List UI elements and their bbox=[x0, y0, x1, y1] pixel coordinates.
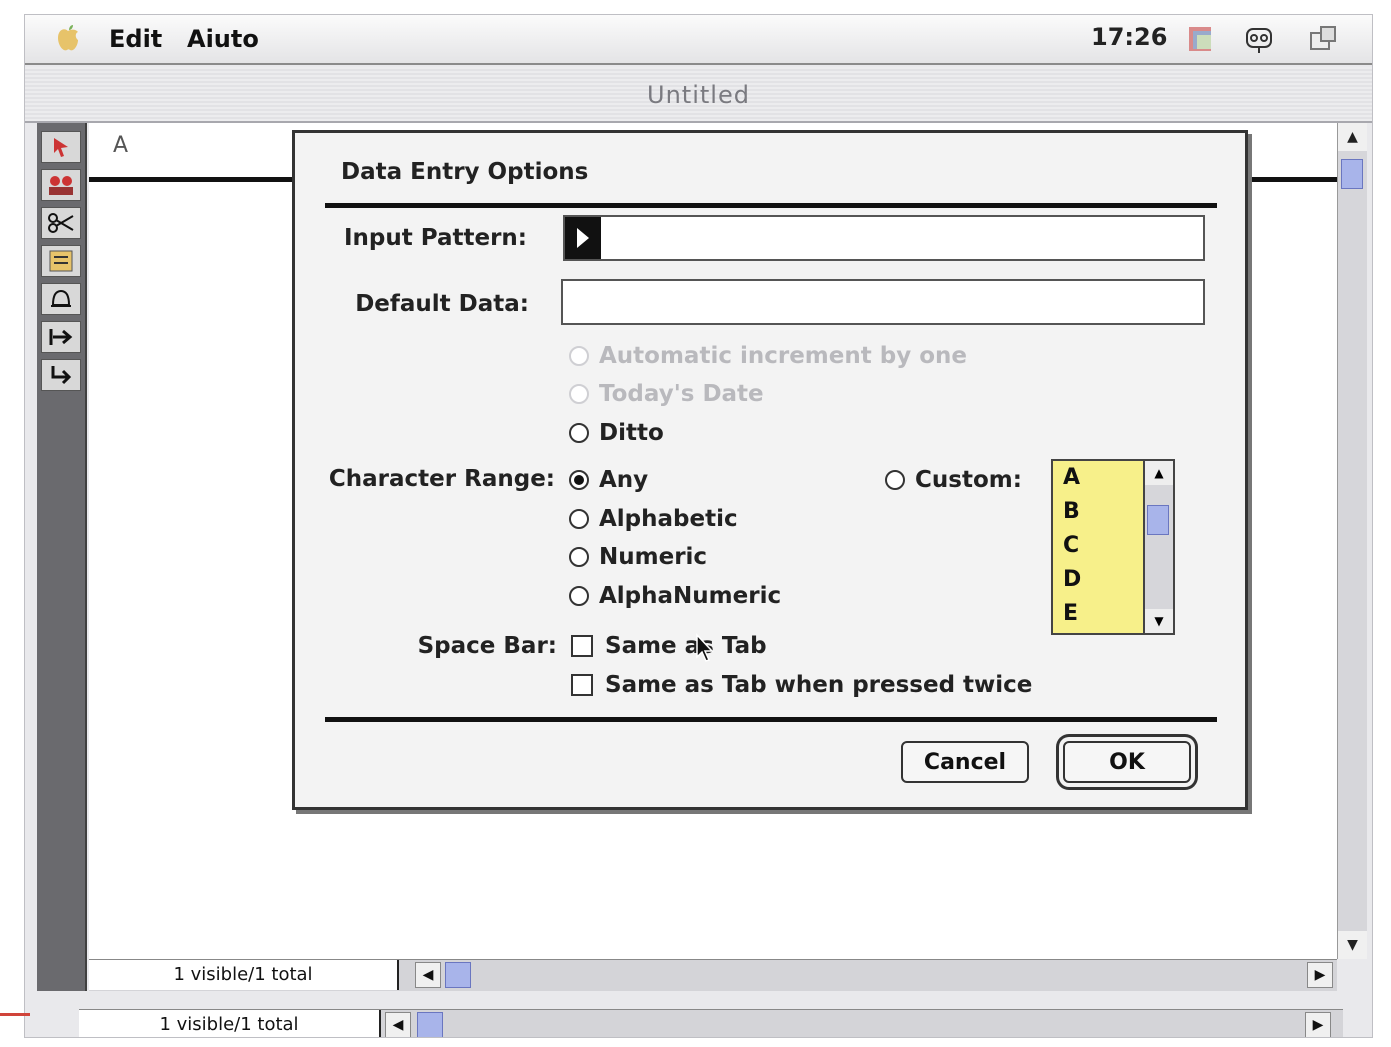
tab-right-tool-icon[interactable] bbox=[41, 321, 81, 353]
checkbox-same-as-tab-twice[interactable]: Same as Tab when pressed twice bbox=[571, 672, 1032, 698]
custom-list-items: A B C D E bbox=[1053, 461, 1143, 633]
inner-record-count: 1 visible/1 total bbox=[89, 960, 399, 990]
network-icon[interactable] bbox=[1243, 23, 1275, 55]
radio-any-label: Any bbox=[599, 467, 649, 493]
dialog-title: Data Entry Options bbox=[341, 159, 589, 185]
column-header-a[interactable]: A bbox=[113, 133, 128, 158]
radio-todays-date-dot bbox=[569, 384, 589, 404]
radio-any-dot bbox=[569, 470, 589, 490]
radio-todays-date-label: Today's Date bbox=[599, 381, 764, 407]
radio-ditto[interactable]: Ditto bbox=[569, 420, 664, 446]
cancel-button[interactable]: Cancel bbox=[901, 741, 1029, 783]
custom-list-scrollbar[interactable]: ▲ ▼ bbox=[1143, 461, 1173, 633]
vertical-scroll-thumb[interactable] bbox=[1341, 159, 1363, 189]
mouse-cursor-icon bbox=[696, 633, 714, 662]
menu-bar: Edit Aiuto 17:26 bbox=[25, 15, 1372, 65]
inner-scroll-right-arrow-icon[interactable]: ▶ bbox=[1307, 962, 1333, 988]
radio-custom-label: Custom: bbox=[915, 467, 1022, 493]
tool-palette bbox=[37, 123, 87, 991]
apple-icon[interactable] bbox=[55, 25, 81, 53]
menubar-clock[interactable]: 17:26 bbox=[1091, 23, 1167, 51]
inner-scroll-left-arrow-icon[interactable]: ◀ bbox=[415, 962, 441, 988]
scissors-tool-icon[interactable] bbox=[41, 207, 81, 239]
character-range-label: Character Range: bbox=[328, 466, 555, 492]
radio-numeric[interactable]: Numeric bbox=[569, 544, 707, 570]
dialog-top-rule bbox=[325, 203, 1217, 208]
ok-button[interactable]: OK bbox=[1063, 741, 1191, 783]
radio-alphabetic-dot bbox=[569, 509, 589, 529]
checkbox-same-as-tab-label: Same as Tab bbox=[605, 633, 767, 659]
radio-any[interactable]: Any bbox=[569, 467, 648, 493]
checkbox-same-as-tab-twice-box bbox=[571, 674, 593, 696]
checkbox-same-as-tab-box bbox=[571, 635, 593, 657]
inner-status-bar: 1 visible/1 total ◀ ▶ bbox=[89, 959, 1337, 991]
desktop-icon[interactable] bbox=[1307, 23, 1339, 55]
window-title-bar[interactable]: Untitled bbox=[25, 67, 1372, 123]
custom-list-up-arrow-icon[interactable]: ▲ bbox=[1145, 461, 1173, 485]
outer-scroll-right-arrow-icon[interactable]: ▶ bbox=[1305, 1012, 1331, 1037]
checkbox-same-as-tab[interactable]: Same as Tab bbox=[571, 633, 767, 659]
input-pattern-label: Input Pattern: bbox=[343, 225, 527, 251]
app-switcher-icon[interactable] bbox=[1185, 23, 1217, 55]
vertical-scrollbar[interactable]: ▲ ▼ bbox=[1337, 123, 1367, 959]
radio-automatic-increment-dot bbox=[569, 346, 589, 366]
custom-list-item[interactable]: E bbox=[1053, 597, 1143, 631]
radio-automatic-increment-label: Automatic increment by one bbox=[599, 343, 967, 369]
custom-list-scroll-thumb[interactable] bbox=[1147, 505, 1169, 535]
outer-horizontal-scroll-thumb[interactable] bbox=[417, 1012, 443, 1037]
window-title: Untitled bbox=[647, 81, 750, 109]
menu-aiuto[interactable]: Aiuto bbox=[187, 25, 259, 53]
radio-todays-date: Today's Date bbox=[569, 381, 764, 407]
space-bar-label: Space Bar: bbox=[417, 633, 557, 659]
radio-ditto-label: Ditto bbox=[599, 420, 664, 446]
notes-tool-icon[interactable] bbox=[41, 245, 81, 277]
radio-alphanumeric[interactable]: AlphaNumeric bbox=[569, 583, 781, 609]
outer-record-count: 1 visible/1 total bbox=[79, 1010, 381, 1037]
radio-custom-dot bbox=[885, 470, 905, 490]
return-tool-icon[interactable] bbox=[41, 359, 81, 391]
pattern-popup-arrow-icon[interactable] bbox=[565, 217, 601, 259]
radio-ditto-dot bbox=[569, 423, 589, 443]
outer-scroll-left-arrow-icon[interactable]: ◀ bbox=[385, 1012, 411, 1037]
custom-list-item[interactable]: B bbox=[1053, 495, 1143, 529]
custom-character-list[interactable]: A B C D E ▲ ▼ bbox=[1051, 459, 1175, 635]
dialog-bottom-rule bbox=[325, 717, 1217, 722]
radio-numeric-dot bbox=[569, 547, 589, 567]
radio-alphanumeric-label: AlphaNumeric bbox=[599, 583, 782, 609]
radio-automatic-increment: Automatic increment by one bbox=[569, 343, 967, 369]
custom-list-item[interactable]: A bbox=[1053, 461, 1143, 495]
people-tool-icon[interactable] bbox=[41, 169, 81, 201]
radio-alphanumeric-dot bbox=[569, 586, 589, 606]
radio-numeric-label: Numeric bbox=[599, 544, 708, 570]
scroll-down-arrow-icon[interactable]: ▼ bbox=[1338, 931, 1367, 959]
menu-edit[interactable]: Edit bbox=[109, 25, 162, 53]
input-pattern-field[interactable] bbox=[563, 215, 1205, 261]
radio-alphabetic[interactable]: Alphabetic bbox=[569, 506, 738, 532]
bell-tool-icon[interactable] bbox=[41, 283, 81, 315]
custom-list-down-arrow-icon[interactable]: ▼ bbox=[1145, 609, 1173, 633]
checkbox-same-as-tab-twice-label: Same as Tab when pressed twice bbox=[605, 672, 1033, 698]
inner-horizontal-scroll-thumb[interactable] bbox=[445, 962, 471, 988]
data-entry-options-dialog: Data Entry Options Input Pattern: Defaul… bbox=[292, 130, 1248, 810]
default-data-label: Default Data: bbox=[355, 291, 529, 317]
default-data-field[interactable] bbox=[561, 279, 1205, 325]
radio-alphabetic-label: Alphabetic bbox=[599, 506, 738, 532]
page-edge-marker bbox=[0, 1013, 30, 1016]
radio-custom[interactable]: Custom: bbox=[885, 467, 1022, 493]
pointer-tool-icon[interactable] bbox=[41, 131, 81, 163]
scroll-up-arrow-icon[interactable]: ▲ bbox=[1338, 123, 1367, 151]
custom-list-item[interactable]: C bbox=[1053, 529, 1143, 563]
custom-list-item[interactable]: D bbox=[1053, 563, 1143, 597]
outer-status-bar: 1 visible/1 total ◀ ▶ bbox=[79, 1009, 1343, 1037]
